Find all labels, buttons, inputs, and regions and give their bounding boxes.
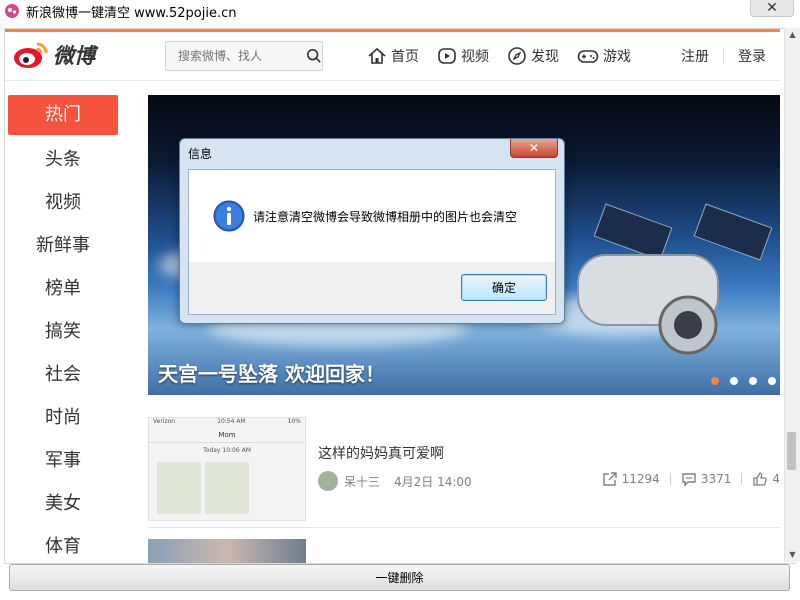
thumb-chat-title: Mom — [218, 431, 236, 439]
home-icon — [368, 47, 386, 64]
app-icon — [5, 4, 19, 18]
feed-meta: 呆十三 4月2日 14:00 — [318, 471, 472, 491]
next-feed-thumbnail[interactable] — [148, 539, 306, 563]
sidebar-item-sports[interactable]: 体育 — [8, 525, 118, 563]
thumb-photo — [205, 462, 249, 514]
dialog-close-button[interactable]: ✕ — [510, 139, 558, 158]
video-icon — [438, 48, 456, 64]
thumbs-up-icon — [753, 472, 768, 486]
feed-title[interactable]: 这样的妈妈真可爱啊 — [318, 443, 444, 463]
banner-caption: 天宫一号坠落 欢迎回家！ — [158, 362, 385, 386]
sidebar-item-fresh[interactable]: 新鲜事 — [8, 224, 118, 267]
weibo-logo-icon — [14, 42, 48, 68]
dialog-message: 请注意清空微博会导致微博相册中的图片也会清空 — [253, 210, 518, 224]
feed-thumbnail[interactable]: Verizon 10:54 AM 10% Mom Today 10:06 AM — [148, 417, 306, 521]
auth-links: 注册 登录 — [681, 32, 766, 80]
feed-author[interactable]: 呆十三 — [344, 473, 380, 490]
ok-button[interactable]: 确定 — [461, 274, 547, 301]
feed-stats: 11294 3371 4 — [592, 471, 780, 487]
channel-sidebar: 热门 头条 视频 新鲜事 榜单 搞笑 社会 时尚 军事 美女 体育 — [8, 95, 118, 563]
search-input[interactable] — [176, 48, 298, 64]
sidebar-item-video[interactable]: 视频 — [8, 181, 118, 224]
sidebar-item-hot[interactable]: 热门 — [8, 95, 118, 135]
register-link[interactable]: 注册 — [681, 46, 709, 66]
feed-time: 4月2日 14:00 — [394, 474, 472, 489]
scrollbar-thumb[interactable] — [787, 432, 796, 470]
thumb-clock: 10:54 AM — [217, 418, 246, 425]
window-title: 新浪微博一键清空 www.52pojie.cn — [26, 5, 237, 21]
weibo-logo[interactable]: 微博 — [13, 40, 95, 70]
comment-count: 3371 — [700, 472, 732, 486]
vertical-scrollbar[interactable]: ▲ ▼ — [784, 28, 800, 562]
auth-divider — [723, 49, 724, 63]
close-icon: ✕ — [766, 0, 778, 16]
compass-icon — [508, 47, 526, 65]
stat-divider — [669, 473, 671, 485]
gamepad-icon — [577, 50, 599, 63]
carousel-dot[interactable] — [768, 377, 776, 385]
nav-video[interactable]: 视频 — [437, 46, 489, 66]
thumb-statusbar: Verizon 10:54 AM 10% — [149, 418, 305, 428]
thumb-photo — [157, 462, 201, 514]
scroll-down-icon[interactable]: ▼ — [785, 548, 800, 562]
dialog-body: 请注意清空微博会导致微博相册中的图片也会清空 确定 — [188, 169, 556, 315]
dialog-footer: 确定 — [189, 262, 555, 314]
dialog-message-area: 请注意清空微博会导致微博相册中的图片也会清空 — [189, 170, 555, 262]
logo-text: 微博 — [53, 44, 95, 68]
sidebar-item-society[interactable]: 社会 — [8, 353, 118, 396]
info-icon — [213, 200, 245, 232]
comment-button[interactable]: 3371 — [681, 471, 732, 487]
share-count: 11294 — [621, 472, 660, 486]
stat-divider — [741, 473, 743, 485]
thumb-chat-time: Today 10:06 AM — [203, 447, 251, 454]
carousel-dot[interactable] — [730, 377, 738, 385]
nav-games[interactable]: 游戏 — [577, 46, 631, 66]
info-dialog: 信息 ✕ 请注意清空微博会导致微博相册中的图片也会清空 确定 — [179, 138, 565, 324]
share-icon — [602, 472, 617, 486]
nav-discover[interactable]: 发现 — [507, 46, 559, 66]
sidebar-item-beauty[interactable]: 美女 — [8, 482, 118, 525]
window-titlebar: 新浪微博一键清空 www.52pojie.cn ✕ — [0, 0, 800, 22]
search-box — [165, 41, 323, 71]
avatar[interactable] — [318, 471, 338, 491]
comment-icon — [682, 473, 696, 487]
search-icon[interactable] — [306, 47, 322, 65]
share-button[interactable]: 11294 — [602, 471, 660, 487]
top-nav: 首页 视频 发现 游戏 — [367, 32, 649, 80]
nav-discover-label: 发现 — [531, 49, 559, 65]
thumb-chat-header: Mom — [149, 428, 305, 443]
close-icon: ✕ — [528, 141, 540, 155]
sidebar-item-rankings[interactable]: 榜单 — [8, 267, 118, 310]
weibo-header: 微博 首页 视频 — [5, 32, 780, 81]
carousel-dot[interactable] — [711, 377, 719, 385]
sidebar-item-military[interactable]: 军事 — [8, 439, 118, 482]
thumb-battery: 10% — [287, 418, 301, 425]
login-link[interactable]: 登录 — [738, 46, 766, 66]
scroll-up-icon[interactable]: ▲ — [785, 28, 800, 42]
thumb-carrier: Verizon — [153, 418, 176, 425]
window-close-button[interactable]: ✕ — [750, 0, 794, 17]
carousel-dot[interactable] — [749, 377, 757, 385]
like-count: 4 — [772, 472, 780, 486]
dialog-title: 信息 — [188, 147, 213, 161]
space-station-image — [577, 203, 773, 355]
like-button[interactable]: 4 — [752, 471, 780, 487]
sidebar-item-funny[interactable]: 搞笑 — [8, 310, 118, 353]
carousel-dots — [700, 377, 776, 385]
feed-item[interactable]: Verizon 10:54 AM 10% Mom Today 10:06 AM … — [148, 413, 780, 528]
sidebar-item-fashion[interactable]: 时尚 — [8, 396, 118, 439]
nav-home[interactable]: 首页 — [367, 46, 419, 66]
one-click-delete-button[interactable]: 一键删除 — [9, 564, 790, 591]
nav-video-label: 视频 — [461, 49, 489, 65]
nav-home-label: 首页 — [391, 49, 419, 65]
nav-games-label: 游戏 — [603, 49, 631, 65]
sidebar-item-headlines[interactable]: 头条 — [8, 138, 118, 181]
